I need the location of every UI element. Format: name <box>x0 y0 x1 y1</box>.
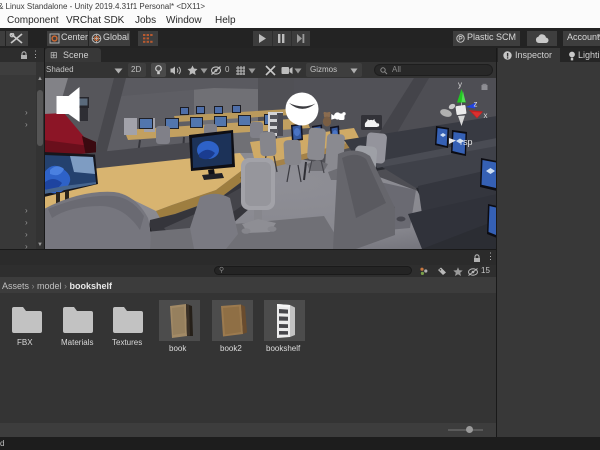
svg-text:x: x <box>484 111 488 120</box>
svg-text:z: z <box>474 100 478 109</box>
svg-text:rsp: rsp <box>460 137 473 147</box>
svg-text:y: y <box>458 80 462 89</box>
